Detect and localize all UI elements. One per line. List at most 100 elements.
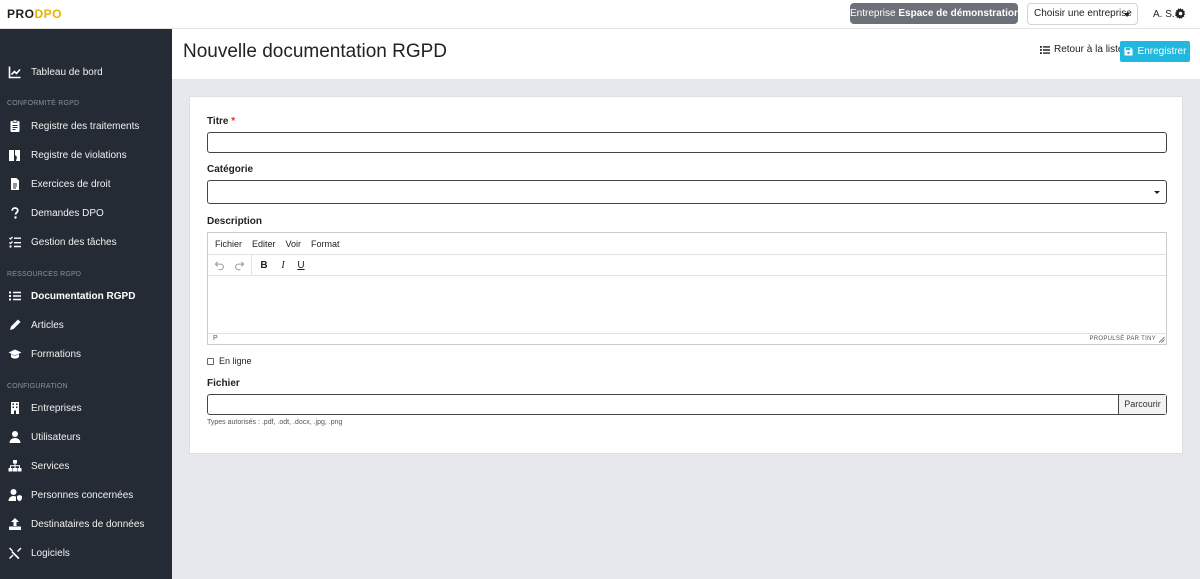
choose-company-label: Choisir une entreprise: [1034, 8, 1132, 19]
sidebar-item-demandes-dpo[interactable]: Demandes DPO: [0, 201, 172, 225]
user-shield-icon: [8, 488, 22, 502]
broken-door-icon: [8, 148, 22, 162]
categorie-select[interactable]: [207, 180, 1167, 204]
editor-toolbar: B I U: [208, 255, 1166, 276]
rich-text-editor: Fichier Editer Voir Format B I U P PROPU…: [207, 232, 1167, 345]
list-icon: [1040, 45, 1050, 54]
current-company-badge[interactable]: Entreprise Espace de démonstration 1: [850, 3, 1028, 24]
sidebar-item-personnes[interactable]: Personnes concernées: [0, 483, 172, 507]
logo-text-dpo: DPO: [34, 7, 63, 21]
sidebar-item-label: Services: [31, 460, 70, 472]
page-title: Nouvelle documentation RGPD: [183, 41, 448, 62]
categorie-label: Catégorie: [207, 164, 254, 175]
save-button[interactable]: Enregistrer: [1120, 41, 1190, 62]
sidebar-item-label: Destinataires de données: [31, 518, 145, 530]
editor-statusbar: P PROPULSÉ PAR TINY: [208, 333, 1166, 345]
sidebar-item-destinataires[interactable]: Destinataires de données: [0, 512, 172, 536]
online-checkbox-row: En ligne: [207, 356, 252, 366]
sidebar-item-label: Tableau de bord: [31, 66, 103, 78]
editor-menu-format[interactable]: Format: [311, 239, 340, 249]
back-to-list-button[interactable]: Retour à la liste: [1040, 44, 1123, 55]
resize-handle-icon[interactable]: [1158, 336, 1165, 343]
bold-icon[interactable]: B: [257, 259, 271, 272]
undo-icon[interactable]: [212, 259, 226, 272]
fichier-label: Fichier: [207, 378, 240, 389]
sidebar-item-logiciels[interactable]: Logiciels: [0, 541, 172, 565]
question-mark-icon: [8, 206, 22, 220]
sidebar-item-label: Personnes concernées: [31, 489, 134, 501]
tools-icon: [8, 546, 22, 560]
browse-button[interactable]: Parcourir: [1118, 395, 1166, 414]
editor-menu-voir[interactable]: Voir: [286, 239, 302, 249]
company-name: Espace de démonstration 1: [898, 8, 1029, 19]
sidebar-item-label: Exercices de droit: [31, 178, 111, 190]
floppy-disk-icon: [1123, 47, 1133, 56]
sidebar-item-gestion-taches[interactable]: Gestion des tâches: [0, 230, 172, 254]
page-header: Nouvelle documentation RGPD Retour à la …: [172, 29, 1200, 79]
file-input[interactable]: Parcourir: [207, 394, 1167, 415]
gear-icon[interactable]: [1175, 8, 1186, 22]
choose-company-dropdown[interactable]: Choisir une entreprise: [1027, 3, 1138, 25]
upload-tray-icon: [8, 517, 22, 531]
editor-element-path[interactable]: P: [213, 335, 218, 342]
sidebar-item-utilisateurs[interactable]: Utilisateurs: [0, 425, 172, 449]
sidebar-section-configuration: CONFIGURATION: [7, 383, 68, 390]
top-bar: PRODPO Entreprise Espace de démonstratio…: [0, 0, 1200, 29]
sidebar-item-label: Articles: [31, 319, 64, 331]
file-types-help: Types autorisés : .pdf, .odt, .docx, .jp…: [207, 419, 343, 426]
sidebar-item-label: Utilisateurs: [31, 431, 81, 443]
redo-icon[interactable]: [232, 259, 246, 272]
editor-menu-fichier[interactable]: Fichier: [215, 239, 242, 249]
file-icon: [8, 177, 22, 191]
sidebar-item-exercices-droit[interactable]: Exercices de droit: [0, 172, 172, 196]
company-prefix: Entreprise: [850, 8, 899, 19]
sidebar-item-formations[interactable]: Formations: [0, 342, 172, 366]
description-label: Description: [207, 216, 263, 227]
save-label: Enregistrer: [1137, 46, 1187, 57]
chevron-down-icon: [1124, 13, 1130, 17]
pencil-icon: [8, 318, 22, 332]
sidebar-item-registre-traitements[interactable]: Registre des traitements: [0, 114, 172, 138]
form-card: Titre * Catégorie Description Fichier Ed…: [189, 96, 1183, 454]
titre-label: Titre *: [207, 116, 235, 127]
sidebar-item-dashboard[interactable]: Tableau de bord: [0, 60, 172, 84]
user-icon: [8, 430, 22, 444]
sidebar-item-label: Registre des traitements: [31, 120, 140, 132]
titre-input[interactable]: [207, 132, 1167, 153]
editor-content-area[interactable]: [208, 276, 1166, 333]
logo-text-pro: PRO: [7, 7, 35, 21]
caret-down-icon: [1154, 191, 1160, 194]
sidebar-item-registre-violations[interactable]: Registre de violations: [0, 143, 172, 167]
sidebar-item-entreprises[interactable]: Entreprises: [0, 396, 172, 420]
sidebar-item-label: Formations: [31, 348, 82, 360]
editor-menubar: Fichier Editer Voir Format: [208, 233, 1166, 255]
underline-icon[interactable]: U: [294, 259, 308, 272]
sidebar-item-label: Gestion des tâches: [31, 236, 117, 248]
tasks-icon: [8, 235, 22, 249]
sidebar-item-label: Registre de violations: [31, 149, 127, 161]
required-asterisk: *: [231, 116, 236, 127]
online-label[interactable]: En ligne: [219, 356, 252, 366]
sidebar-item-services[interactable]: Services: [0, 454, 172, 478]
line-chart-icon: [8, 65, 22, 79]
italic-icon[interactable]: I: [276, 259, 290, 272]
online-checkbox[interactable]: [207, 357, 214, 365]
sidebar-item-label: Demandes DPO: [31, 207, 104, 219]
list-icon: [8, 289, 22, 303]
sitemap-icon: [8, 459, 22, 473]
app-logo[interactable]: PRODPO: [7, 7, 62, 21]
building-icon: [8, 401, 22, 415]
back-to-list-label: Retour à la liste: [1054, 44, 1124, 55]
sidebar-item-label: Logiciels: [31, 547, 70, 559]
sidebar-item-articles[interactable]: Articles: [0, 313, 172, 337]
editor-menu-editer[interactable]: Editer: [252, 239, 276, 249]
toolbar-separator: [251, 255, 252, 276]
sidebar-section-ressources: RESSOURCES RGPD: [7, 271, 82, 278]
sidebar-item-label: Documentation RGPD: [31, 290, 136, 302]
editor-branding[interactable]: PROPULSÉ PAR TINY: [1089, 336, 1156, 342]
user-initials[interactable]: A. S.: [1153, 9, 1175, 20]
sidebar-section-conformite: CONFORMITÉ RGPD: [7, 100, 80, 107]
sidebar-item-documentation[interactable]: Documentation RGPD: [0, 284, 172, 308]
graduation-cap-icon: [8, 347, 22, 361]
sidebar: Tableau de bord CONFORMITÉ RGPD Registre…: [0, 29, 172, 579]
